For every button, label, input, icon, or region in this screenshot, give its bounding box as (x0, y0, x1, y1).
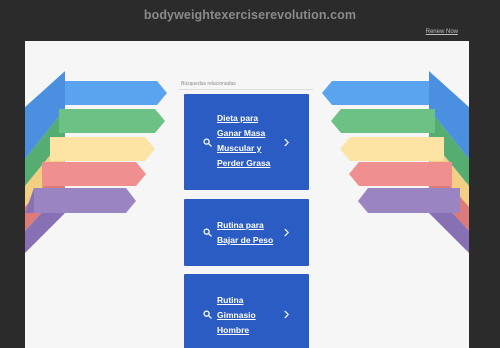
divider (179, 89, 313, 90)
domain-title: bodyweightexerciserevolution.com (143, 8, 357, 22)
related-link-label: Muscular y (217, 143, 262, 153)
related-link-label: Gimnasio (217, 310, 256, 320)
related-searches: Búsquedas relacionadas Dieta para Ganar … (179, 81, 313, 348)
related-link-label: Perder Grasa (217, 158, 271, 168)
related-link-label: Ganar Masa (217, 128, 266, 138)
chevron-right-icon (284, 138, 289, 147)
related-link-rutina-bajar[interactable]: Rutina para Bajar de Peso (184, 199, 309, 266)
search-icon (203, 228, 212, 237)
right-arrows (322, 41, 469, 253)
related-link-label: Hombre (217, 325, 250, 335)
search-icon (203, 310, 212, 319)
related-link-rutina-gimnasio[interactable]: Rutina Gimnasio Hombre (184, 274, 309, 348)
search-icon (203, 138, 212, 147)
related-link-label: Rutina (217, 295, 244, 305)
top-bar: bodyweightexerciserevolution.com Renew N… (0, 0, 500, 40)
chevron-right-icon (284, 228, 289, 237)
chevron-right-icon (284, 310, 289, 319)
related-link-label: Dieta para (217, 113, 259, 123)
parking-panel: Búsquedas relacionadas Dieta para Ganar … (25, 41, 469, 348)
related-link-dieta[interactable]: Dieta para Ganar Masa Muscular y Perder … (184, 94, 309, 190)
related-searches-title: Búsquedas relacionadas (181, 81, 236, 87)
left-arrows (25, 41, 167, 253)
related-link-label: Bajar de Peso (217, 235, 274, 245)
related-link-label: Rutina para (217, 220, 264, 230)
renew-now-link[interactable]: Renew Now (426, 29, 458, 35)
